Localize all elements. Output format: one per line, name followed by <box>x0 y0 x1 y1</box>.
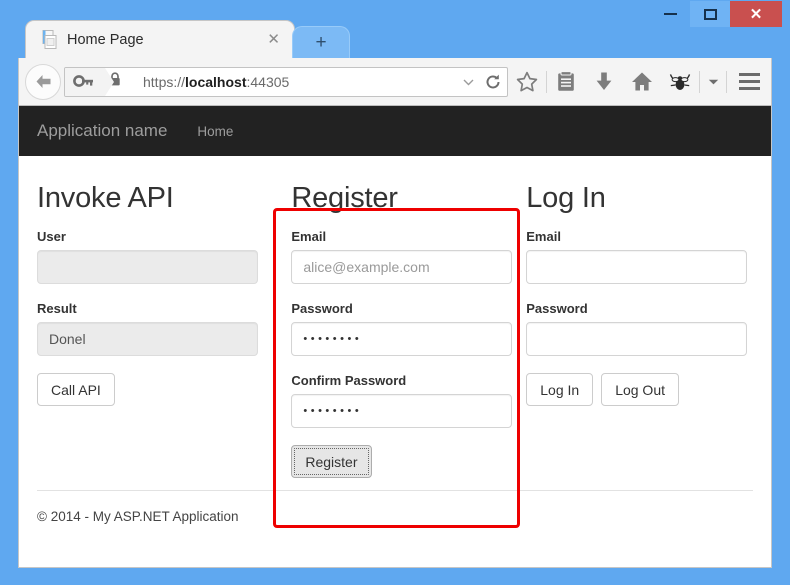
navbar-link-home[interactable]: Home <box>197 124 233 139</box>
register-email-input[interactable]: alice@example.com <box>291 250 513 284</box>
label-register-password: Password <box>291 301 353 316</box>
register-confirm-password-input[interactable]: •••••••• <box>291 394 513 428</box>
label-register-confirm-password: Confirm Password <box>291 373 407 388</box>
url-port: :44305 <box>246 73 290 90</box>
hamburger-menu-icon[interactable] <box>727 62 771 102</box>
result-input[interactable]: Donel <box>37 322 258 356</box>
register-button[interactable]: Register <box>291 445 372 478</box>
login-button-group: Log In Log Out <box>526 373 753 406</box>
login-email-input[interactable] <box>526 250 748 284</box>
back-arrow-icon <box>36 75 50 88</box>
close-icon: ✕ <box>749 6 763 23</box>
label-login-email: Email <box>526 229 561 244</box>
user-input[interactable] <box>37 250 258 284</box>
menu-line <box>738 80 760 83</box>
page-viewport: Application name Home Invoke API User Re… <box>18 106 772 568</box>
label-result: Result <box>37 301 77 316</box>
url-host: localhost <box>185 73 247 90</box>
download-arrow-icon[interactable] <box>585 62 623 102</box>
title-bar: ✕ Home Page ✕ + <box>0 0 790 58</box>
register-confirm-password-value: •••••••• <box>303 405 363 417</box>
browser-window: ✕ Home Page ✕ + https:// localhost:4430… <box>0 0 790 585</box>
maximize-icon <box>703 8 717 20</box>
heading-register: Register <box>291 182 398 214</box>
column-container: Invoke API User Result Donel Call API Re… <box>37 168 753 478</box>
call-api-button[interactable]: Call API <box>37 373 115 406</box>
register-password-input[interactable]: •••••••• <box>291 322 513 356</box>
result-input-value: Donel <box>49 331 86 347</box>
url-scheme: https:// <box>143 73 186 90</box>
key-icon <box>73 74 93 87</box>
maximize-button[interactable] <box>690 1 730 27</box>
log-in-button[interactable]: Log In <box>526 373 594 406</box>
log-out-button[interactable]: Log Out <box>601 373 680 406</box>
register-email-placeholder: alice@example.com <box>303 259 430 275</box>
column-register: Register Email alice@example.com Passwor… <box>275 168 514 478</box>
minimize-icon <box>663 13 677 15</box>
heading-log-in: Log In <box>526 182 606 214</box>
page-icon <box>40 30 57 49</box>
site-identity-box[interactable] <box>65 67 114 96</box>
site-navbar: Application name Home <box>19 106 771 156</box>
footer-copyright: © 2014 - My ASP.NET Application <box>37 509 239 524</box>
browser-toolbar: https://localhost:44305 <box>18 58 772 106</box>
overflow-chevron-icon[interactable] <box>700 62 726 102</box>
window-controls: ✕ <box>650 1 782 27</box>
column-invoke-api: Invoke API User Result Donel Call API <box>37 168 275 478</box>
column-log-in: Log In Email Password Log In Log Out <box>514 168 753 478</box>
back-button[interactable] <box>25 63 61 100</box>
reader-list-icon[interactable] <box>547 62 585 102</box>
heading-invoke-api: Invoke API <box>37 182 174 214</box>
menu-line <box>738 87 760 90</box>
new-tab-button[interactable]: + <box>292 26 350 58</box>
address-bar[interactable]: https://localhost:44305 <box>64 66 508 97</box>
tab-title: Home Page <box>67 31 144 48</box>
reload-icon[interactable] <box>479 73 507 91</box>
navbar-brand[interactable]: Application name <box>37 121 167 141</box>
tab-close-icon[interactable]: ✕ <box>267 32 280 47</box>
login-password-input[interactable] <box>526 322 748 356</box>
label-register-email: Email <box>291 229 327 244</box>
home-icon[interactable] <box>623 62 661 102</box>
url-text[interactable]: https://localhost:44305 <box>143 74 457 90</box>
label-user: User <box>37 229 66 244</box>
chevron-down-icon[interactable] <box>457 78 479 86</box>
close-window-button[interactable]: ✕ <box>730 1 782 27</box>
menu-line <box>738 73 760 76</box>
bookmark-star-icon[interactable] <box>508 62 546 102</box>
register-password-value: •••••••• <box>303 333 363 345</box>
page-content: Invoke API User Result Donel Call API Re… <box>19 156 771 528</box>
firebug-icon[interactable] <box>661 62 699 102</box>
label-login-password: Password <box>526 301 588 316</box>
minimize-button[interactable] <box>650 1 690 27</box>
tab-home-page[interactable]: Home Page ✕ <box>25 20 295 58</box>
